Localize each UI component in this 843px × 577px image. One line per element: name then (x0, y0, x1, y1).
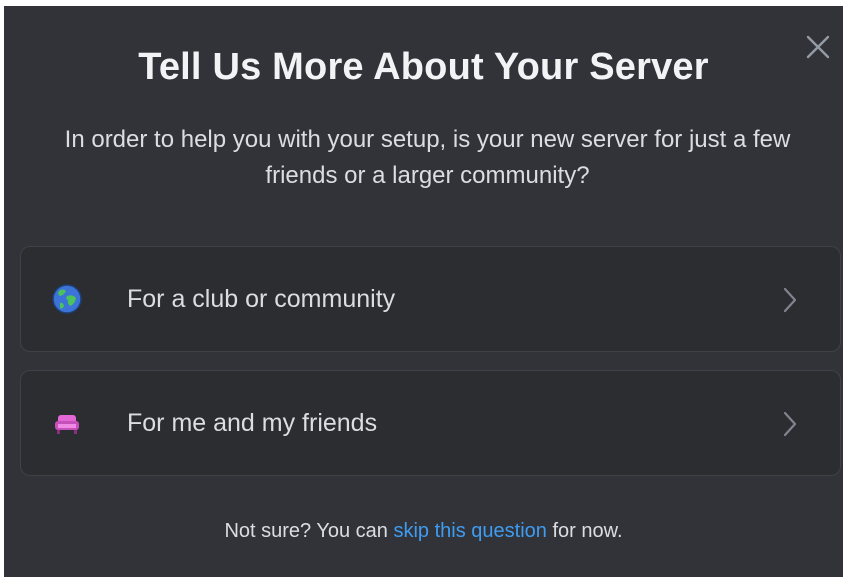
option-label: For a club or community (127, 285, 396, 313)
option-label: For me and my friends (127, 409, 378, 437)
chevron-right-icon (783, 287, 797, 313)
globe-icon (52, 284, 82, 314)
server-setup-modal: Tell Us More About Your Server In order … (4, 6, 843, 577)
skip-question-link[interactable]: skip this question (393, 520, 546, 542)
modal-subtitle: In order to help you with your setup, is… (64, 126, 791, 189)
footer-prefix: Not sure? You can (224, 520, 394, 542)
couch-icon (55, 415, 79, 434)
footer-note: Not sure? You can skip this question for… (4, 520, 843, 543)
option-club-or-community[interactable]: For a club or community (20, 246, 841, 352)
modal-title: Tell Us More About Your Server (138, 46, 709, 88)
footer-suffix: for now. (546, 520, 623, 542)
option-me-and-friends[interactable]: For me and my friends (20, 370, 841, 476)
chevron-right-icon (783, 411, 797, 437)
